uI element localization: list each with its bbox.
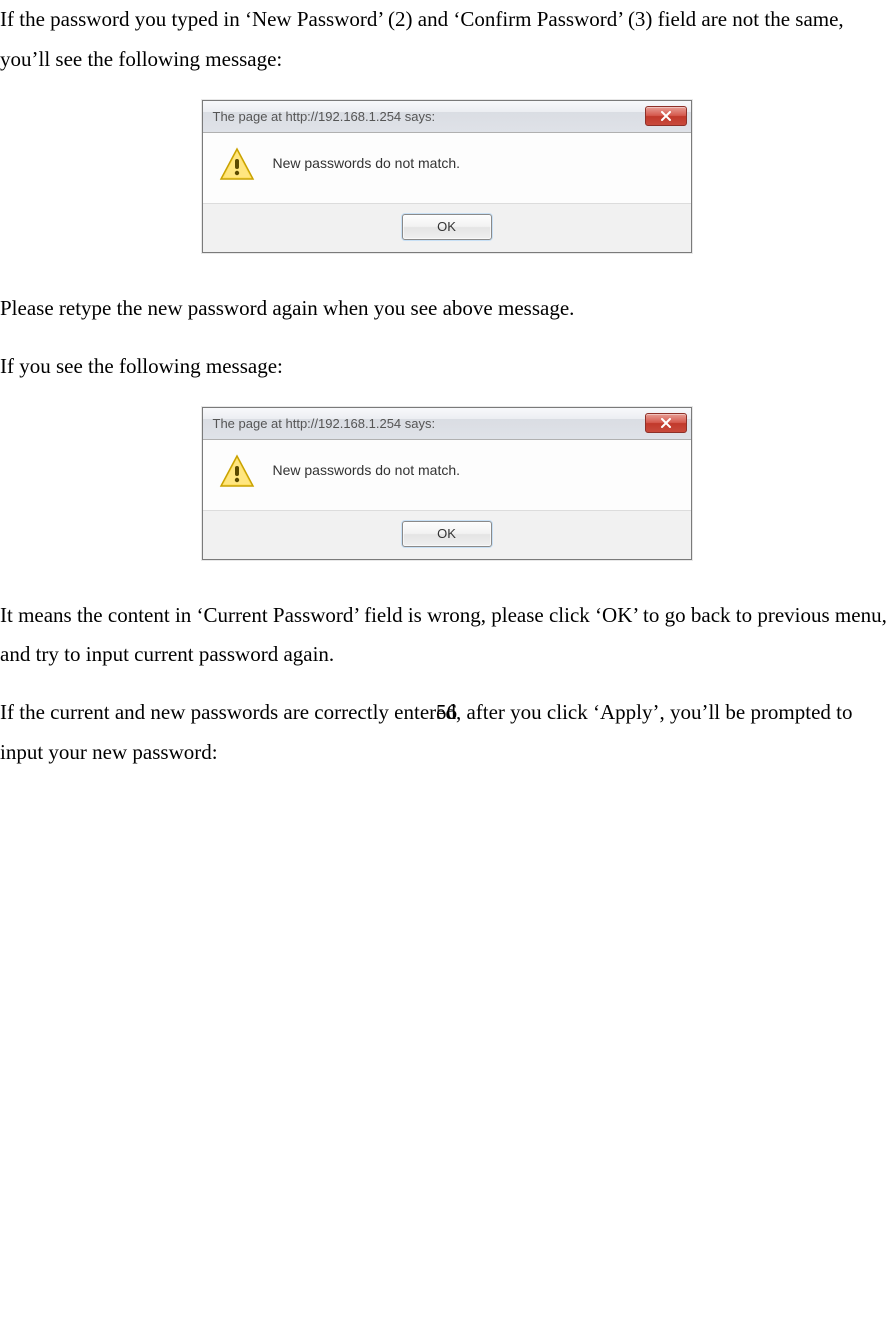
dialog-body: New passwords do not match. — [203, 440, 691, 510]
warning-icon — [219, 454, 255, 490]
dialog-titlebar: The page at http://192.168.1.254 says: — [203, 408, 691, 440]
alert-dialog: The page at http://192.168.1.254 says: — [202, 100, 692, 253]
paragraph: If the password you typed in ‘New Passwo… — [0, 0, 893, 80]
dialog-title: The page at http://192.168.1.254 says: — [213, 416, 645, 431]
dialog-footer: OK — [203, 203, 691, 252]
dialog-message: New passwords do not match. — [273, 458, 681, 478]
warning-icon — [219, 147, 255, 183]
close-icon — [660, 418, 672, 428]
paragraph: Please retype the new password again whe… — [0, 289, 893, 329]
dialog-container: The page at http://192.168.1.254 says: — [0, 407, 893, 560]
close-icon — [660, 111, 672, 121]
close-button[interactable] — [645, 106, 687, 126]
dialog-titlebar: The page at http://192.168.1.254 says: — [203, 101, 691, 133]
dialog-body: New passwords do not match. — [203, 133, 691, 203]
paragraph: It means the content in ‘Current Passwor… — [0, 596, 893, 676]
ok-button[interactable]: OK — [402, 214, 492, 240]
page-number: 56 — [0, 693, 893, 733]
dialog-title: The page at http://192.168.1.254 says: — [213, 109, 645, 124]
dialog-container: The page at http://192.168.1.254 says: — [0, 100, 893, 253]
paragraph: If you see the following message: — [0, 347, 893, 387]
alert-dialog: The page at http://192.168.1.254 says: — [202, 407, 692, 560]
ok-button[interactable]: OK — [402, 521, 492, 547]
dialog-footer: OK — [203, 510, 691, 559]
dialog-message: New passwords do not match. — [273, 151, 681, 171]
close-button[interactable] — [645, 413, 687, 433]
